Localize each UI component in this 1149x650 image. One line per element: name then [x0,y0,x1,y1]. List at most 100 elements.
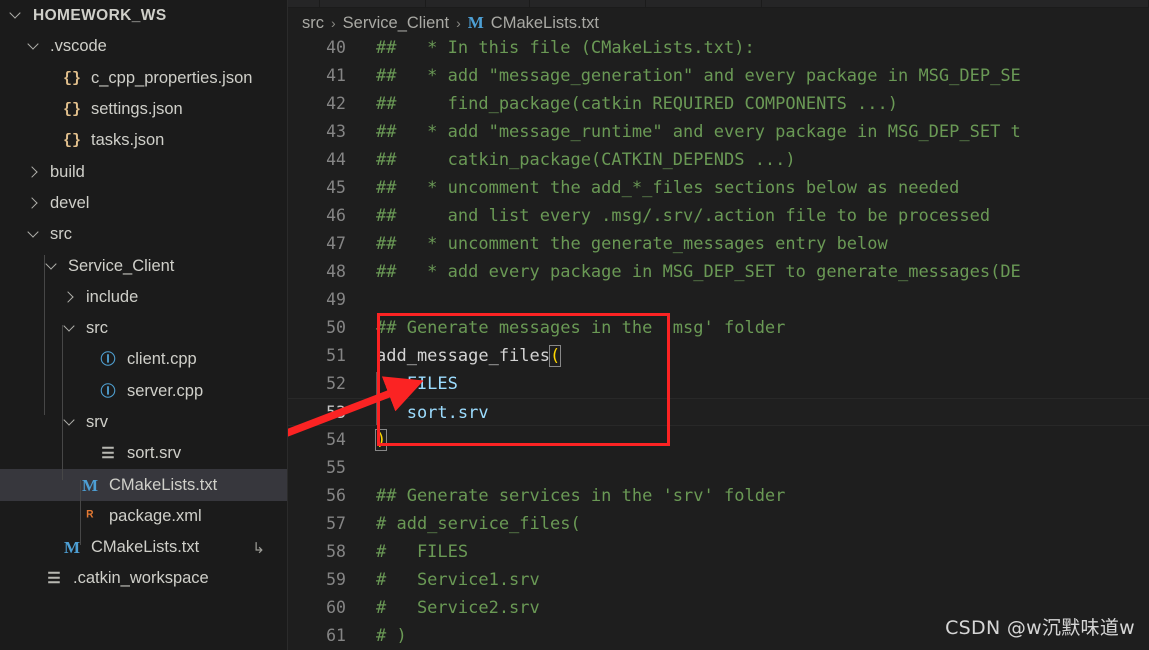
tab-slot[interactable] [320,0,426,8]
code-token: ## * add "message_runtime" and every pac… [376,122,1021,142]
tree-item-cmakelists-txt[interactable]: M CMakeLists.txt [0,469,287,501]
code-line-59[interactable]: 59 # Service1.srv [288,566,1149,594]
tree-item-label: devel [50,193,90,212]
indent-guide [80,480,81,545]
code-token: ## * In this file (CMakeLists.txt): [376,38,755,58]
tree-item-vscode[interactable]: .vscode [0,31,287,62]
code-line-49[interactable]: 49 [288,286,1149,314]
breadcrumb-part[interactable]: Service_Client [343,14,449,33]
chevron-down-icon[interactable] [62,320,79,337]
tree-item-c-cpp-properties-json[interactable]: {} c_cpp_properties.json [0,63,287,94]
code-token: ## * add "message_generation" and every … [376,66,1021,86]
code-token: ## * uncomment the generate_messages ent… [376,234,888,254]
chevron-down-icon[interactable] [26,38,43,55]
code-line-55[interactable]: 55 [288,454,1149,482]
chevron-down-icon[interactable] [26,226,43,243]
code-token: FILES [376,374,458,394]
tab-slot[interactable] [646,0,762,8]
tree-item-label: c_cpp_properties.json [91,68,253,87]
code-content[interactable]: 40 ## * In this file (CMakeLists.txt): 41 #… [288,34,1149,650]
code-token: ## * uncomment the add_*_files sections … [376,178,960,198]
code-token: ## Generate services in the 'srv' folder [376,486,786,506]
line-number: 50 [326,318,346,337]
chevron-right-icon[interactable] [26,195,43,212]
code-text: ## * add "message_generation" and every … [376,62,1021,90]
tree-item-label: settings.json [91,100,183,119]
breadcrumb-part[interactable]: src [302,14,324,33]
code-line-43[interactable]: 43 ## * add "message_runtime" and every p… [288,118,1149,146]
chevron-down-icon[interactable] [8,7,25,24]
breadcrumb-part[interactable]: CMakeLists.txt [491,14,599,33]
editor-tab-strip[interactable] [288,0,1149,8]
code-indent-guide [376,372,377,396]
code-text: sort.srv [376,399,489,427]
tree-item-devel[interactable]: devel [0,188,287,219]
code-line-54[interactable]: 54) [288,426,1149,454]
code-line-61[interactable]: 61 # ) [288,622,1149,650]
tree-item-package-xml[interactable]: ᴿ package.xml [0,501,287,532]
line-number: 56 [326,486,346,505]
code-line-58[interactable]: 58 # FILES [288,538,1149,566]
code-text: ## * In this file (CMakeLists.txt): [376,34,755,62]
tree-item-label: tasks.json [91,131,165,150]
chevron-down-icon[interactable] [44,258,61,275]
tree-item-label: server.cpp [127,381,204,400]
tree-item-homework-ws[interactable]: HOMEWORK_WS [0,0,287,31]
tree-item-catkin-workspace[interactable]: ☰ .catkin_workspace [0,563,287,594]
editor-pane[interactable]: src › Service_Client › M CMakeLists.txt 40 ## … [288,0,1149,650]
line-number: 59 [326,570,346,589]
tree-item-sort-srv[interactable]: ☰ sort.srv [0,438,287,469]
code-line-46[interactable]: 46 ## and list every .msg/.srv/.action fi… [288,202,1149,230]
cpp-icon: Ⓘ [100,381,116,400]
tab-slot[interactable] [288,0,320,8]
tree-item-settings-json[interactable]: {} settings.json [0,94,287,125]
code-line-40[interactable]: 40 ## * In this file (CMakeLists.txt): [288,34,1149,62]
code-line-52[interactable]: 52 FILES [288,370,1149,398]
code-line-53[interactable]: 53 sort.srv [288,398,1149,426]
code-text: ## * add every package in MSG_DEP_SET to… [376,258,1021,286]
code-token: ## catkin_package(CATKIN_DEPENDS ...) [376,150,796,170]
tab-slot[interactable] [426,0,530,8]
code-line-45[interactable]: 45 ## * uncomment the add_*_files section… [288,174,1149,202]
code-text: ## find_package(catkin REQUIRED COMPONEN… [376,90,898,118]
line-number: 44 [326,150,346,169]
tree-item-tasks-json[interactable]: {} tasks.json [0,125,287,156]
code-line-60[interactable]: 60 # Service2.srv [288,594,1149,622]
code-indent-guide [376,401,377,425]
tree-item-label: build [50,162,85,181]
code-token: # FILES [376,542,469,562]
code-line-50[interactable]: 50 ## Generate messages in the 'msg' fold… [288,314,1149,342]
tree-item-build[interactable]: build [0,156,287,187]
code-line-42[interactable]: 42 ## find_package(catkin REQUIRED COMPON… [288,90,1149,118]
chevron-right-icon[interactable] [26,164,43,181]
tree-item-cmakelists-txt[interactable]: M CMakeLists.txt ↳ [0,532,287,563]
tree-item-label: package.xml [109,506,202,525]
code-text: # Service2.srv [376,594,540,622]
chevron-right-icon[interactable] [62,289,79,306]
tree-item-label: HOMEWORK_WS [33,6,167,24]
code-line-41[interactable]: 41 ## * add "message_generation" and ever… [288,62,1149,90]
code-text: # Service1.srv [376,566,540,594]
code-line-47[interactable]: 47 ## * uncomment the generate_messages e… [288,230,1149,258]
lines-icon: ☰ [101,445,115,463]
line-number: 47 [326,234,346,253]
chevron-down-icon[interactable] [62,414,79,431]
code-token: ## * add every package in MSG_DEP_SET to… [376,262,1021,282]
tab-slot[interactable] [530,0,646,8]
code-text: ) [374,426,388,454]
line-number: 40 [326,38,346,57]
code-text: ## * uncomment the generate_messages ent… [376,230,888,258]
tree-item-label: sort.srv [127,444,182,463]
breadcrumb-separator: › [331,15,336,31]
code-token: # Service1.srv [376,570,540,590]
code-line-56[interactable]: 56 ## Generate services in the 'srv' fold… [288,482,1149,510]
tree-item-label: src [50,225,72,244]
file-explorer-sidebar[interactable]: HOMEWORK_WS .vscode {} c_cpp_properties.jso… [0,0,288,650]
code-line-51[interactable]: 51 add_message_files( [288,342,1149,370]
code-text: ## Generate services in the 'srv' folder [376,482,785,510]
code-line-44[interactable]: 44 ## catkin_package(CATKIN_DEPENDS ...) [288,146,1149,174]
code-line-48[interactable]: 48 ## * add every package in MSG_DEP_SET … [288,258,1149,286]
code-line-57[interactable]: 57 # add_service_files( [288,510,1149,538]
tree-item-src[interactable]: src [0,219,287,250]
